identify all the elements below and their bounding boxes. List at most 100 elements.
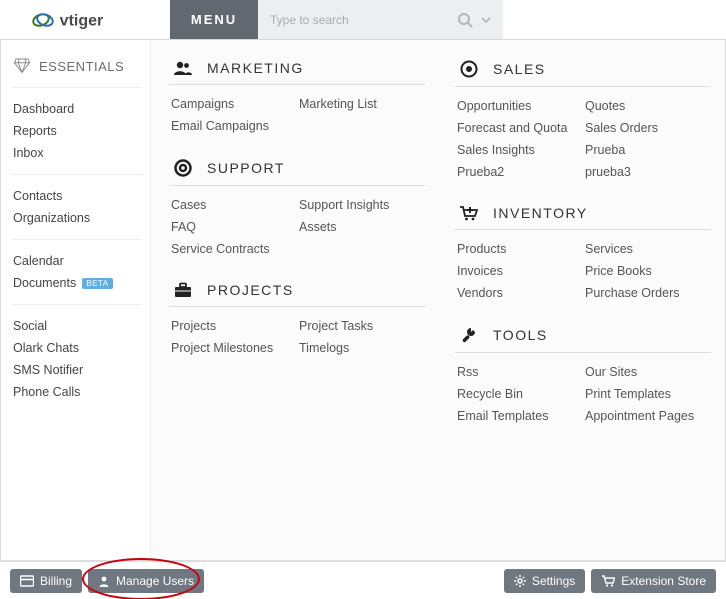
menu-link[interactable]: Project Milestones [169,337,297,359]
menu-link[interactable]: Price Books [583,260,711,282]
menu-link[interactable]: Recycle Bin [455,383,583,405]
search-input[interactable] [270,0,453,39]
section-title: TOOLS [493,327,548,343]
menu-link[interactable]: prueba3 [583,161,711,183]
extension-store-button[interactable]: Extension Store [591,569,716,593]
sidebar-group: Dashboard Reports Inbox [11,88,142,175]
sidebar-group: Calendar Documents BETA [11,240,142,305]
section-header: PROJECTS [169,274,425,307]
main: MARKETINGCampaignsEmail CampaignsMarketi… [151,40,725,560]
search-box [258,0,503,39]
gear-icon [514,575,526,587]
section: TOOLS RssRecycle BinEmail TemplatesOur Si… [455,318,711,427]
section-header: SALES [455,52,711,87]
body: ESSENTIALS Dashboard Reports Inbox Contacts… [0,40,726,561]
section-title: SUPPORT [207,160,285,176]
chevron-down-icon[interactable] [477,15,495,25]
sidebar-header: ESSENTIALS [11,50,142,88]
section-links: CampaignsEmail CampaignsMarketing List [169,93,425,137]
links-column: ProductsInvoicesVendors [455,238,583,304]
menu-link[interactable]: Email Campaigns [169,115,297,137]
sidebar-item[interactable]: Social [11,315,142,337]
links-column: OpportunitiesForecast and QuotaSales Ins… [455,95,583,183]
sidebar-item[interactable]: SMS Notifier [11,359,142,381]
menu-link[interactable]: Sales Insights [455,139,583,161]
sidebar-item-label: Dashboard [13,102,74,116]
sidebar-item[interactable]: Dashboard [11,98,142,120]
extension-store-label: Extension Store [621,574,706,588]
menu-link[interactable]: Services [583,238,711,260]
menu-link[interactable]: Products [455,238,583,260]
menu-link[interactable]: Campaigns [169,93,297,115]
settings-label: Settings [532,574,575,588]
menu-link[interactable]: Prueba2 [455,161,583,183]
search-icon[interactable] [453,12,477,28]
settings-button[interactable]: Settings [504,569,585,593]
menu-link[interactable]: Quotes [583,95,711,117]
menu-link[interactable]: Assets [297,216,425,238]
menu-link[interactable]: Print Templates [583,383,711,405]
sidebar: ESSENTIALS Dashboard Reports Inbox Contacts… [1,40,151,560]
section: INVENTORY ProductsInvoicesVendorsServices… [455,197,711,304]
menu-link[interactable]: Marketing List [297,93,425,115]
links-column: CasesFAQService Contracts [169,194,297,260]
svg-text:vtiger: vtiger [60,12,104,29]
sidebar-item[interactable]: Reports [11,120,142,142]
section-header: SUPPORT [169,151,425,186]
billing-button[interactable]: Billing [10,569,82,593]
sidebar-group: Social Olark Chats SMS NotifierPhone Calls [11,305,142,413]
sidebar-item[interactable]: Calendar [11,250,142,272]
sidebar-item[interactable]: Organizations [11,207,142,229]
sidebar-item[interactable]: Olark Chats [11,337,142,359]
sidebar-title: ESSENTIALS [39,59,124,74]
wrench-icon [457,326,481,344]
billing-label: Billing [40,574,72,588]
menu-link[interactable]: Timelogs [297,337,425,359]
menu-link[interactable]: Invoices [455,260,583,282]
diamond-icon [13,56,31,77]
menu-link[interactable]: Forecast and Quota [455,117,583,139]
links-column: Our SitesPrint TemplatesAppointment Page… [583,361,711,427]
menu-link[interactable]: Cases [169,194,297,216]
menu-link[interactable]: Appointment Pages [583,405,711,427]
section: PROJECTS ProjectsProject MilestonesProjec… [169,274,425,359]
menu-link[interactable]: Prueba [583,139,711,161]
section-header: TOOLS [455,318,711,353]
menu-link[interactable]: Vendors [455,282,583,304]
sidebar-item[interactable]: Documents BETA [11,272,142,294]
target-icon [457,60,481,78]
menu-link[interactable]: Purchase Orders [583,282,711,304]
manage-users-button[interactable]: Manage Users [88,569,204,593]
footer: Billing Manage Users Settings Extension … [0,561,726,599]
menu-link[interactable]: Rss [455,361,583,383]
sidebar-item-label: Reports [13,124,57,138]
menu-link[interactable]: Projects [169,315,297,337]
sidebar-item[interactable]: Contacts [11,185,142,207]
menu-link[interactable]: Project Tasks [297,315,425,337]
section-header: INVENTORY [455,197,711,230]
beta-badge: BETA [82,278,112,289]
menu-link[interactable]: Sales Orders [583,117,711,139]
section-links: CasesFAQService ContractsSupport Insight… [169,194,425,260]
links-column: ProjectsProject Milestones [169,315,297,359]
menu-link[interactable]: Support Insights [297,194,425,216]
menu-link[interactable]: FAQ [169,216,297,238]
menu-link[interactable]: Email Templates [455,405,583,427]
briefcase-icon [171,282,195,298]
section-links: OpportunitiesForecast and QuotaSales Ins… [455,95,711,183]
sidebar-item[interactable]: Phone Calls [11,381,142,403]
section-links: ProjectsProject MilestonesProject TasksT… [169,315,425,359]
section: SALES OpportunitiesForecast and QuotaSale… [455,52,711,183]
sidebar-item-label: Olark Chats [13,341,79,355]
section: MARKETINGCampaignsEmail CampaignsMarketi… [169,52,425,137]
section-links: ProductsInvoicesVendorsServicesPrice Boo… [455,238,711,304]
sidebar-item[interactable]: Inbox [11,142,142,164]
menu-link[interactable]: Service Contracts [169,238,297,260]
section-title: PROJECTS [207,282,294,298]
sidebar-item-label: Documents [13,276,76,290]
menu-button[interactable]: MENU [170,0,258,39]
sidebar-item-label: Inbox [13,146,44,160]
brand-logo: vtiger [0,0,170,39]
menu-link[interactable]: Opportunities [455,95,583,117]
menu-link[interactable]: Our Sites [583,361,711,383]
